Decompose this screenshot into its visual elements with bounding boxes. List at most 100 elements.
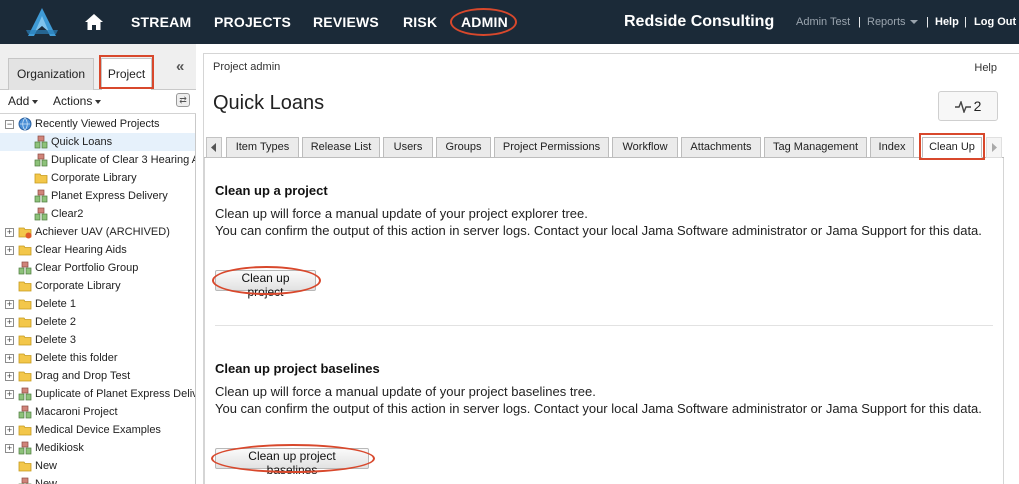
- user-menu[interactable]: Admin Test: [796, 0, 850, 44]
- activity-button[interactable]: 2: [938, 91, 998, 121]
- expand-node-icon[interactable]: +: [5, 246, 14, 255]
- tab-project-permissions[interactable]: Project Permissions: [494, 137, 609, 158]
- folder-icon: [18, 459, 32, 473]
- folder-icon: [18, 279, 32, 293]
- tab-release-list[interactable]: Release List: [302, 137, 380, 158]
- breadcrumb: Project admin: [213, 61, 281, 73]
- project-icon: [18, 477, 32, 484]
- tree-item[interactable]: New: [0, 457, 195, 475]
- tab-attachments[interactable]: Attachments: [681, 137, 761, 158]
- chevron-down-icon: [95, 99, 102, 104]
- help-link[interactable]: Help: [974, 62, 997, 74]
- actions-menu-button[interactable]: Actions: [53, 94, 102, 108]
- tab-index[interactable]: Index: [870, 137, 914, 158]
- expand-node-icon[interactable]: +: [5, 390, 14, 399]
- nav-stream[interactable]: STREAM: [131, 0, 191, 44]
- page-title: Quick Loans: [213, 92, 325, 114]
- logout-link[interactable]: Log Out: [974, 0, 1016, 44]
- project-icon: [18, 261, 32, 275]
- tree-item-label: Recently Viewed Projects: [35, 118, 160, 130]
- jama-logo-icon[interactable]: [22, 6, 62, 38]
- expand-node-icon[interactable]: +: [5, 354, 14, 363]
- expand-node-icon[interactable]: +: [5, 426, 14, 435]
- tab-groups[interactable]: Groups: [436, 137, 491, 158]
- add-menu-button[interactable]: Add: [8, 94, 39, 108]
- nav-admin[interactable]: ADMIN: [461, 0, 508, 44]
- tree-item[interactable]: Corporate Library: [0, 277, 195, 295]
- tree-item[interactable]: Corporate Library: [0, 169, 195, 187]
- section-divider: [215, 325, 993, 326]
- clean-up-baselines-button[interactable]: Clean up project baselines: [215, 448, 369, 477]
- expand-node-icon[interactable]: +: [5, 318, 14, 327]
- reports-menu[interactable]: Reports: [867, 0, 918, 44]
- chevron-down-icon: [32, 99, 39, 104]
- tab-project[interactable]: Project: [101, 58, 152, 91]
- expand-node-icon[interactable]: +: [5, 300, 14, 309]
- nav-reviews[interactable]: REVIEWS: [313, 0, 379, 44]
- tree-item[interactable]: − Recently Viewed Projects: [0, 115, 195, 133]
- tree-item[interactable]: Planet Express Delivery: [0, 187, 195, 205]
- tab-users[interactable]: Users: [383, 137, 433, 158]
- expand-node-icon[interactable]: +: [5, 336, 14, 345]
- tree-item-label: Duplicate of Planet Express Delivery: [35, 388, 195, 400]
- expand-node-icon[interactable]: +: [5, 372, 14, 381]
- tab-clean-up[interactable]: Clean Up: [922, 137, 982, 158]
- tree-item[interactable]: Clear2: [0, 205, 195, 223]
- tree-item-label: Clear Hearing Aids: [35, 244, 127, 256]
- add-label: Add: [8, 94, 30, 108]
- collapse-panel-icon[interactable]: «: [176, 58, 184, 75]
- tree-item[interactable]: New: [0, 475, 195, 484]
- expand-node-icon[interactable]: +: [5, 444, 14, 453]
- folder-icon: [18, 333, 32, 347]
- tree-item[interactable]: Clear Portfolio Group: [0, 259, 195, 277]
- tree-item[interactable]: + Delete this folder: [0, 349, 195, 367]
- tab-workflow[interactable]: Workflow: [612, 137, 678, 158]
- tree-item-label: Quick Loans: [51, 136, 113, 148]
- tree-item-label: Clear Portfolio Group: [35, 262, 139, 274]
- tree-item[interactable]: Macaroni Project: [0, 403, 195, 421]
- tree-item[interactable]: + Delete 3: [0, 331, 195, 349]
- globe-icon: [18, 117, 32, 131]
- tab-scroll-right-icon[interactable]: [986, 137, 1002, 158]
- tree-item[interactable]: + Duplicate of Planet Express Delivery: [0, 385, 195, 403]
- clean-up-project-button[interactable]: Clean up project: [215, 270, 316, 299]
- expand-node-icon[interactable]: +: [5, 228, 14, 237]
- project-icon: [18, 441, 32, 455]
- tree-item-label: Duplicate of Clear 3 Hearing Aids: [51, 154, 195, 166]
- folder-icon: [18, 423, 32, 437]
- nav-risk[interactable]: RISK: [403, 0, 437, 44]
- tree-item[interactable]: + Medikiosk: [0, 439, 195, 457]
- folder-icon: [34, 171, 48, 185]
- nav-projects[interactable]: PROJECTS: [214, 0, 291, 44]
- separator: |: [964, 16, 967, 28]
- tree-item-label: Achiever UAV (ARCHIVED): [35, 226, 170, 238]
- home-icon[interactable]: [84, 12, 104, 32]
- activity-count: 2: [973, 98, 982, 114]
- tab-organization[interactable]: Organization: [8, 58, 94, 90]
- help-link[interactable]: Help: [935, 0, 959, 44]
- tree-item[interactable]: + Delete 1: [0, 295, 195, 313]
- folder-icon: [18, 315, 32, 329]
- tree-item-label: Delete 2: [35, 316, 76, 328]
- project-admin-main: Project admin Help Quick Loans 2 Item Ty…: [203, 53, 1019, 484]
- tab-tag-management[interactable]: Tag Management: [764, 137, 867, 158]
- tree-item[interactable]: + Clear Hearing Aids: [0, 241, 195, 259]
- tree-item[interactable]: Quick Loans: [0, 133, 195, 151]
- tree-item[interactable]: + Delete 2: [0, 313, 195, 331]
- company-name: Redside Consulting: [624, 13, 775, 30]
- section-title-clean-baselines: Clean up project baselines: [215, 361, 380, 376]
- tree-item[interactable]: + Medical Device Examples: [0, 421, 195, 439]
- explorer-tabs: Organization Project «: [0, 44, 196, 91]
- tree-item[interactable]: + Achiever UAV (ARCHIVED): [0, 223, 195, 241]
- actions-label: Actions: [53, 94, 93, 108]
- tab-item-types[interactable]: Item Types: [226, 137, 299, 158]
- refresh-icon[interactable]: ⇄: [176, 93, 190, 107]
- activity-pulse-icon: [954, 100, 971, 115]
- tree-item[interactable]: Duplicate of Clear 3 Hearing Aids: [0, 151, 195, 169]
- folder-icon: [18, 243, 32, 257]
- collapse-node-icon[interactable]: −: [5, 120, 14, 129]
- tree-item[interactable]: + Drag and Drop Test: [0, 367, 195, 385]
- tab-scroll-left-icon[interactable]: [206, 137, 222, 158]
- tree-item-label: Corporate Library: [51, 172, 137, 184]
- folder-icon: [18, 369, 32, 383]
